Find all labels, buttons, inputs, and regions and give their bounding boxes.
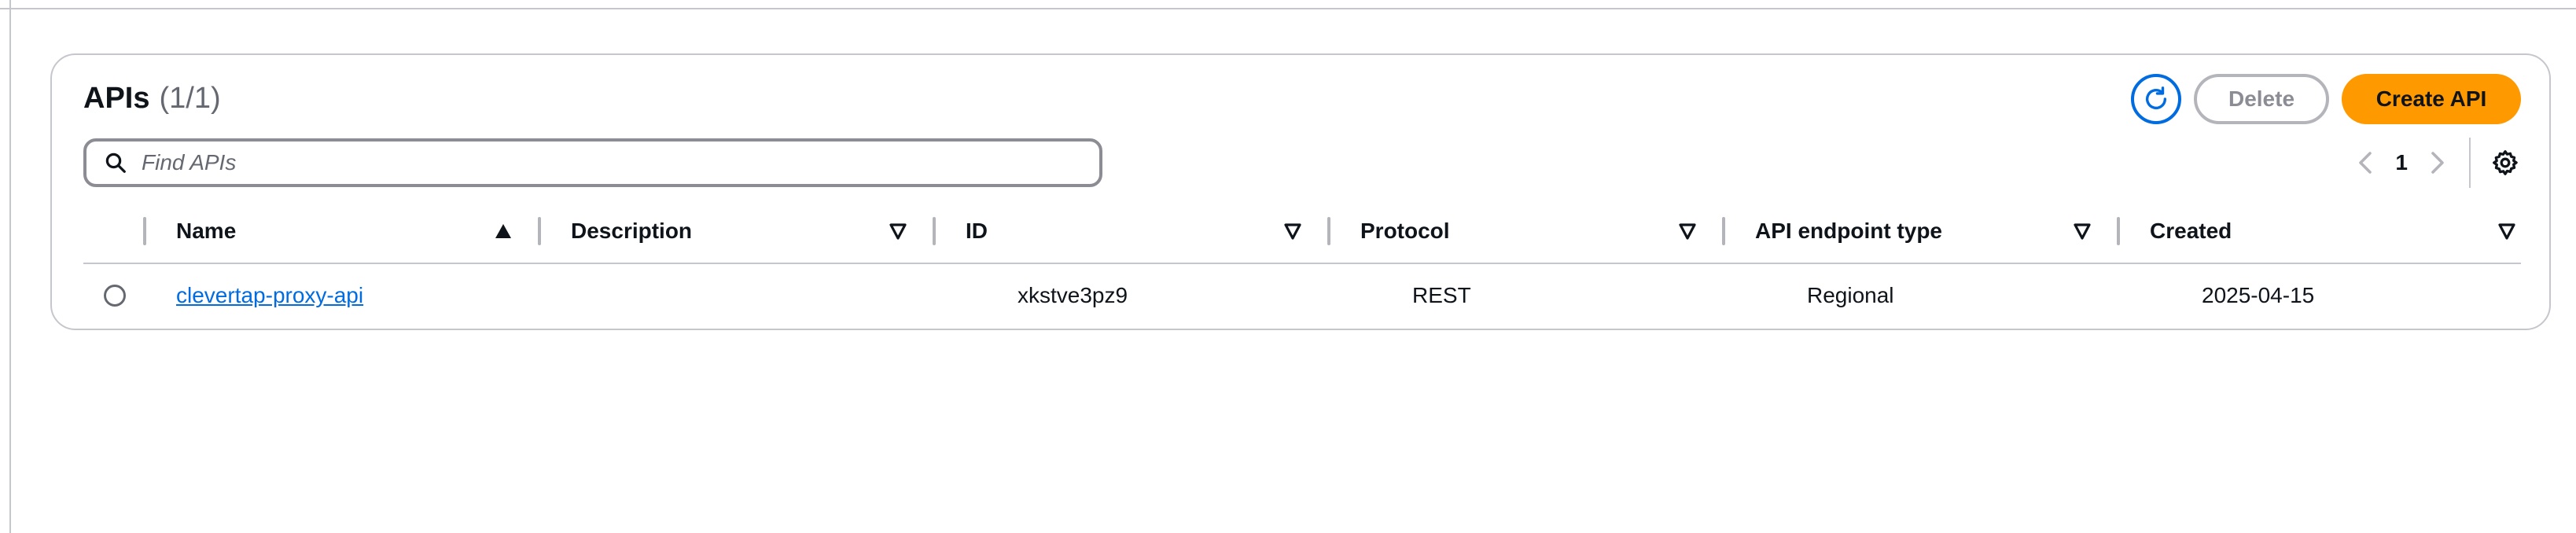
cell-protocol: REST <box>1412 283 1471 307</box>
table-preferences-button[interactable] <box>2490 147 2521 178</box>
pagination: 1 <box>2350 137 2521 189</box>
column-header-name[interactable]: Name <box>176 200 527 263</box>
table-header: APIs (1/1) <box>83 82 221 116</box>
cell-id: xkstve3pz9 <box>1018 283 1128 307</box>
delete-button[interactable]: Delete <box>2194 74 2329 124</box>
sort-ascending-icon <box>495 224 511 238</box>
header-actions: Delete Create API <box>2131 74 2521 124</box>
chevron-right-icon <box>2431 152 2444 174</box>
column-separator <box>1327 217 1330 245</box>
sort-icon <box>1679 223 1696 240</box>
row-select-cell <box>104 264 135 327</box>
cell-created: 2025-04-15 <box>2202 283 2315 307</box>
column-label: Name <box>176 219 237 243</box>
search-icon <box>105 153 126 173</box>
chevron-left-icon <box>2359 152 2372 174</box>
page-title: APIs <box>83 82 150 115</box>
column-header-id[interactable]: ID <box>966 200 1316 263</box>
refresh-button[interactable] <box>2131 74 2181 124</box>
left-divider <box>9 0 11 533</box>
column-label: Protocol <box>1360 219 1450 243</box>
column-separator <box>2117 217 2120 245</box>
table-header-row: Name Description ID Protocol API endpoin… <box>83 200 2521 264</box>
previous-page-button[interactable] <box>2350 147 2381 178</box>
row-select-radio[interactable] <box>104 285 126 307</box>
column-separator <box>1722 217 1725 245</box>
current-page-number[interactable]: 1 <box>2395 150 2408 175</box>
column-label: Description <box>571 219 693 243</box>
sort-icon <box>2498 223 2515 240</box>
pagination-divider <box>2469 138 2471 188</box>
sort-icon <box>889 223 907 240</box>
column-separator <box>143 217 146 245</box>
cell-name: clevertap-proxy-api <box>176 264 527 327</box>
gear-icon <box>2493 150 2518 175</box>
column-label: API endpoint type <box>1755 219 1942 243</box>
sort-icon <box>2074 223 2091 240</box>
column-header-protocol[interactable]: Protocol <box>1360 200 1711 263</box>
column-separator <box>538 217 541 245</box>
cell-description <box>571 264 922 327</box>
column-header-endpoint-type[interactable]: API endpoint type <box>1755 200 2106 263</box>
cell-endpoint-type: Regional <box>1807 283 1894 307</box>
top-divider <box>0 0 2576 9</box>
sort-icon <box>1284 223 1301 240</box>
column-header-created[interactable]: Created <box>2150 200 2521 263</box>
apis-table-container: APIs (1/1) Delete Create API 1 <box>50 53 2551 330</box>
item-count: (1/1) <box>159 82 221 115</box>
table-row[interactable]: clevertap-proxy-api xkstve3pz9 REST Regi… <box>83 264 2521 327</box>
api-name-link[interactable]: clevertap-proxy-api <box>176 283 363 308</box>
apis-table: Name Description ID Protocol API endpoin… <box>83 200 2521 327</box>
column-header-description[interactable]: Description <box>571 200 922 263</box>
create-api-button[interactable]: Create API <box>2342 74 2521 124</box>
column-label: ID <box>966 219 988 243</box>
column-separator <box>933 217 936 245</box>
column-label: Created <box>2150 219 2232 243</box>
search-input[interactable] <box>142 150 1069 175</box>
next-page-button[interactable] <box>2422 147 2453 178</box>
refresh-icon <box>2145 86 2167 109</box>
search-field[interactable] <box>83 138 1102 187</box>
